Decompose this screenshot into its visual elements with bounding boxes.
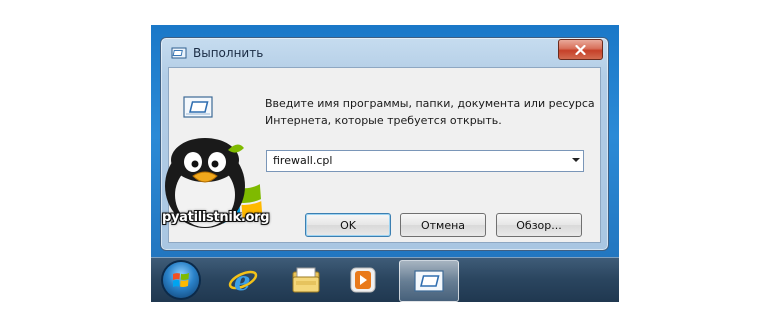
close-button[interactable] xyxy=(558,39,603,60)
svg-text:e: e xyxy=(234,267,251,295)
taskbar-internet-explorer[interactable]: e xyxy=(224,262,262,298)
close-icon xyxy=(575,44,586,55)
window-title: Выполнить xyxy=(193,46,264,60)
windows-explorer-icon xyxy=(292,267,320,293)
windows-logo-icon xyxy=(173,273,189,287)
run-icon-small xyxy=(171,47,187,59)
cancel-button[interactable]: Отмена xyxy=(400,213,486,237)
browse-button[interactable]: Обзор... xyxy=(496,213,582,237)
run-icon xyxy=(183,96,213,118)
desktop-screen: Выполнить Введите имя программы, папки, … xyxy=(151,25,619,302)
start-button[interactable] xyxy=(163,262,199,298)
dropdown-arrow-icon[interactable] xyxy=(572,158,580,162)
watermark-text: pyatilistnik.org xyxy=(162,210,270,225)
taskbar-media-player[interactable] xyxy=(344,262,382,298)
internet-explorer-icon: e xyxy=(228,267,258,295)
media-player-icon xyxy=(350,267,376,293)
ok-button[interactable]: OK xyxy=(305,213,391,237)
taskbar: e xyxy=(151,257,619,302)
command-combobox[interactable]: firewall.cpl xyxy=(266,150,584,172)
command-input[interactable]: firewall.cpl xyxy=(273,154,332,167)
run-dialog-icon xyxy=(414,270,444,292)
title-bar[interactable]: Выполнить xyxy=(161,38,608,66)
prompt-text: Введите имя программы, папки, документа … xyxy=(265,97,595,127)
taskbar-windows-explorer[interactable] xyxy=(287,262,325,298)
taskbar-run-dialog[interactable] xyxy=(399,260,459,302)
